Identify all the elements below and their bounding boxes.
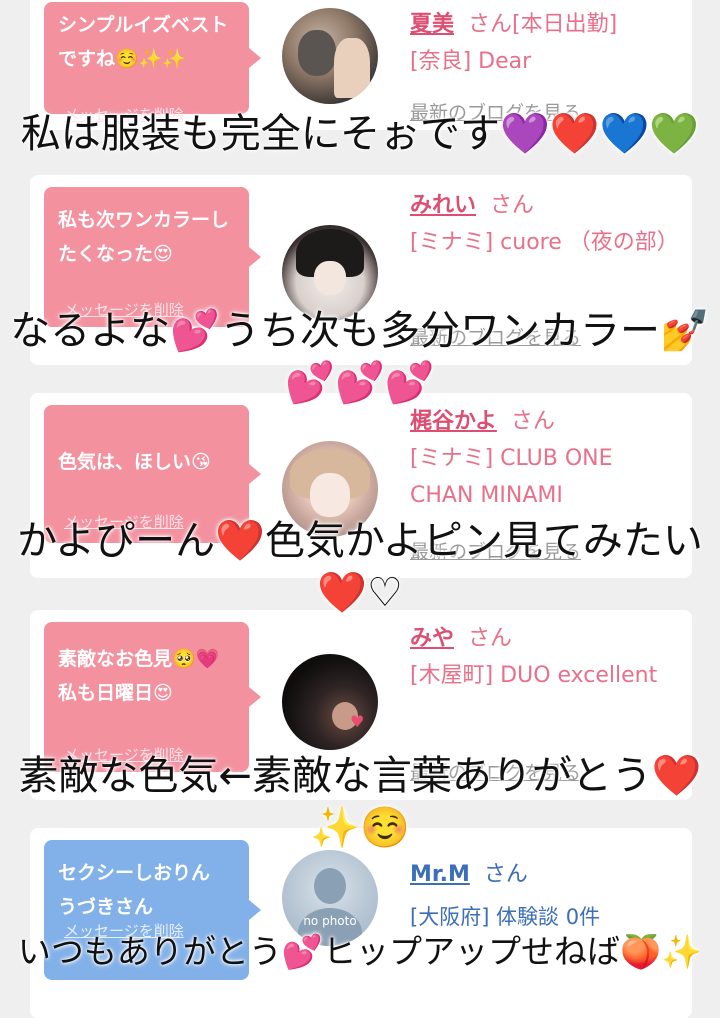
overlay-caption: いつもありがとう💕ヒップアップせねば🍑✨ bbox=[17, 932, 703, 971]
cast-info: 夏美 さん[本日出勤] [奈良] Dear bbox=[410, 6, 680, 80]
honorific: さん bbox=[468, 12, 513, 37]
cast-name-link[interactable]: 梶谷かよ bbox=[410, 409, 497, 434]
message-text: シンプルイズベストですね☺️✨✨ bbox=[58, 14, 229, 70]
honorific: さん bbox=[468, 626, 513, 651]
heart-sticker-icon: ♥ bbox=[350, 712, 365, 731]
message-card: セクシーしおりん うづきさん メッセージを削除 no photo Mr.M さん … bbox=[30, 828, 692, 1018]
message-text: セクシーしおりん うづきさん bbox=[58, 862, 230, 918]
avatar-face-shape bbox=[314, 261, 346, 295]
avatar-face-shape bbox=[310, 473, 350, 517]
shop-info: [ミナミ] CLUB ONE CHAN MINAMI bbox=[410, 446, 613, 508]
cast-name-link[interactable]: みや bbox=[410, 626, 454, 651]
avatar-person-shape bbox=[334, 38, 370, 98]
message-text: 私も次ワンカラーしたくなった😍 bbox=[58, 209, 230, 265]
avatar[interactable]: ♥ bbox=[282, 654, 378, 750]
honorific: さん bbox=[510, 409, 555, 434]
overlay-caption: 私は服装も完全にそぉです💜❤️💙💚 bbox=[20, 111, 700, 157]
honorific: さん bbox=[490, 193, 535, 218]
overlay-caption: なるよな💕うち次も多分ワンカラー💅💕💕💕 bbox=[10, 308, 710, 406]
message-text: 素敵なお色見🥺💗私も日曜日😍 bbox=[58, 648, 220, 704]
message-text: 色気は、ほしい😘 bbox=[58, 451, 211, 473]
cast-name-link[interactable]: 夏美 bbox=[410, 12, 454, 37]
avatar-pet-shape bbox=[298, 30, 336, 76]
overlay-caption: 素敵な色気←素敵な言葉ありがとう❤️✨☺️ bbox=[18, 753, 702, 851]
no-photo-label: no photo bbox=[303, 914, 357, 928]
avatar-silhouette-head bbox=[314, 868, 346, 904]
cast-info: みや さん [木屋町] DUO excellent bbox=[410, 620, 680, 694]
cast-info: Mr.M さん [大阪府] 体験談 0件 bbox=[410, 856, 680, 936]
avatar[interactable] bbox=[282, 8, 378, 104]
status-badge: [本日出勤] bbox=[512, 12, 618, 37]
shop-info: [奈良] Dear bbox=[410, 49, 532, 74]
shop-info: [ミナミ] cuore （夜の部） bbox=[410, 230, 679, 255]
cast-name-link[interactable]: みれい bbox=[410, 193, 476, 218]
user-name-link[interactable]: Mr.M bbox=[410, 862, 470, 887]
honorific: さん bbox=[483, 862, 528, 887]
message-bubble: シンプルイズベストですね☺️✨✨ メッセージを削除 bbox=[44, 2, 261, 124]
overlay-caption: かよぴーん❤️色気かよピン見てみたい❤️♡ bbox=[17, 518, 703, 616]
shop-info: [木屋町] DUO excellent bbox=[410, 663, 658, 688]
cast-info: みれい さん [ミナミ] cuore （夜の部） bbox=[410, 187, 680, 261]
cast-info: 梶谷かよ さん [ミナミ] CLUB ONE CHAN MINAMI bbox=[410, 403, 680, 514]
